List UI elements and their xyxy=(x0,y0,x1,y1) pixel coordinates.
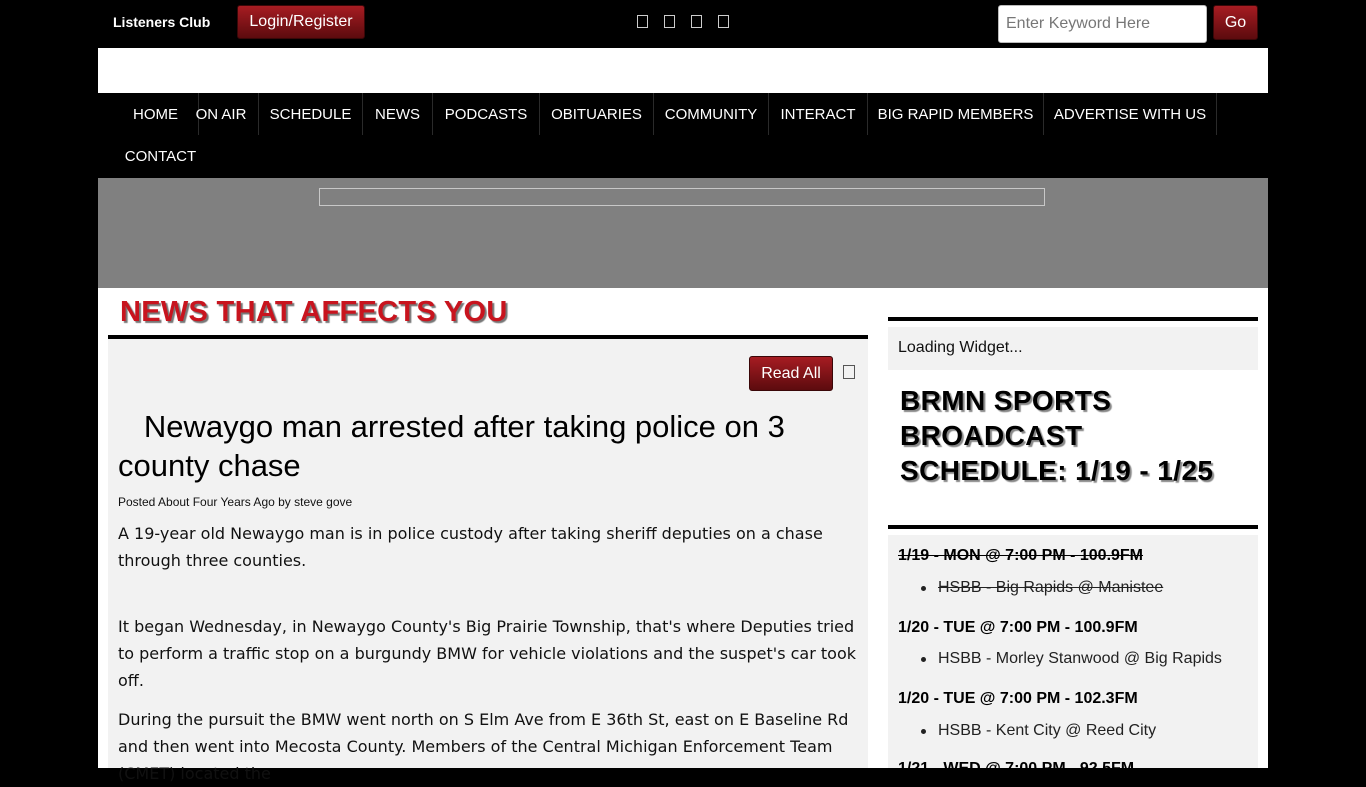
list-bullet xyxy=(921,657,926,662)
read-all-button[interactable]: Read All xyxy=(749,356,833,391)
schedule-heading: 1/20 - TUE @ 7:00 PM - 102.3FM xyxy=(898,690,1138,707)
login-register-button[interactable]: Login/Register xyxy=(237,5,365,39)
list-bullet xyxy=(921,729,926,734)
sports-schedule-title: BRMN SPORTS BROADCAST SCHEDULE: 1/19 - 1… xyxy=(900,385,1214,486)
main-nav: HOME ON AIR SCHEDULE NEWS PODCASTS OBITU… xyxy=(98,93,1268,178)
article-paragraph: During the pursuit the BMW went north on… xyxy=(118,710,849,783)
widget-loading-text: Loading Widget... xyxy=(898,339,1023,356)
nav-item-community[interactable]: COMMUNITY xyxy=(654,93,769,135)
sidebar-divider xyxy=(888,317,1258,321)
banner-image-placeholder[interactable] xyxy=(319,188,1045,206)
schedule-game: HSBB - Kent City @ Reed City xyxy=(938,722,1157,739)
rss-icon[interactable] xyxy=(843,365,855,379)
youtube-icon[interactable] xyxy=(718,15,729,28)
article-meta: Posted About Four Years Ago by steve gov… xyxy=(118,495,353,509)
instagram-icon[interactable] xyxy=(691,15,702,28)
article-paragraph: A 19-year old Newaygo man is in police c… xyxy=(118,524,823,570)
article-paragraph: It began Wednesday, in Newaygo County's … xyxy=(118,617,856,690)
nav-item-schedule[interactable]: SCHEDULE xyxy=(259,93,363,135)
section-title: NEWS THAT AFFECTS YOU xyxy=(120,296,508,328)
sidebar-divider xyxy=(888,525,1258,529)
search-go-button[interactable]: Go xyxy=(1213,5,1258,40)
ad-banner xyxy=(98,178,1268,288)
nav-item-big-rapid-members[interactable]: BIG RAPID MEMBERS xyxy=(868,93,1044,135)
listeners-club-link[interactable]: Listeners Club xyxy=(113,14,210,30)
schedule-game: HSBB - Morley Stanwood @ Big Rapids xyxy=(938,650,1222,667)
header-logo-area xyxy=(98,48,1268,93)
nav-item-interact[interactable]: INTERACT xyxy=(769,93,868,135)
search-input[interactable] xyxy=(998,5,1207,43)
nav-item-advertise[interactable]: ADVERTISE WITH US xyxy=(1044,93,1217,135)
list-bullet xyxy=(921,586,926,591)
nav-item-on-air[interactable]: ON AIR xyxy=(184,93,259,135)
schedule-heading: 1/21 - WED @ 7:00 PM - 92.5FM xyxy=(898,760,1135,777)
schedule-heading: 1/19 - MON @ 7:00 PM - 100.9FM xyxy=(898,547,1144,564)
nav-item-obituaries[interactable]: OBITUARIES xyxy=(540,93,654,135)
nav-item-contact[interactable]: CONTACT xyxy=(113,135,208,177)
facebook-icon[interactable] xyxy=(637,15,648,28)
nav-item-news[interactable]: NEWS xyxy=(363,93,433,135)
article-title[interactable]: Newaygo man arrested after taking police… xyxy=(118,407,838,485)
nav-item-podcasts[interactable]: PODCASTS xyxy=(433,93,540,135)
twitter-icon[interactable] xyxy=(664,15,675,28)
top-bar: Listeners Club Login/Register Go xyxy=(0,0,1366,48)
schedule-heading: 1/20 - TUE @ 7:00 PM - 100.9FM xyxy=(898,619,1138,636)
schedule-game: HSBB - Big Rapids @ Manistee xyxy=(938,579,1164,596)
